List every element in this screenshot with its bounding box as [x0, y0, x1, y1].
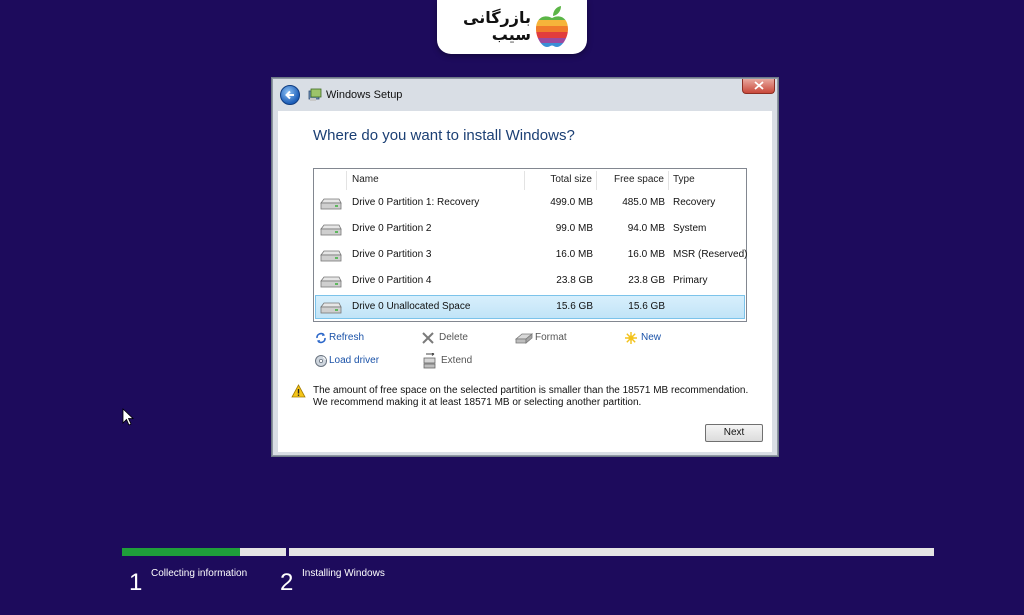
drive-icon: [320, 198, 342, 210]
column-header-total-size[interactable]: Total size: [526, 169, 592, 191]
drive-icon: [320, 276, 342, 288]
partition-name: Drive 0 Partition 3: [352, 249, 432, 260]
column-separator: [668, 171, 669, 190]
partition-total-size: 16.0 MB: [555, 249, 593, 260]
new-label: New: [641, 332, 662, 343]
partition-type: Primary: [673, 275, 708, 286]
column-header-type[interactable]: Type: [673, 169, 695, 191]
partition-free-space: 485.0 MB: [622, 197, 665, 208]
partition-row[interactable]: Drive 0 Partition 3 16.0 MB 16.0 MB MSR …: [315, 243, 748, 267]
apple-logo-icon: [536, 6, 568, 47]
partition-table: Name Total size Free space Type Drive 0 …: [313, 168, 747, 322]
step-number-2: 2: [280, 569, 294, 596]
drive-icon: [320, 302, 342, 314]
load-driver-icon: [315, 355, 327, 367]
next-button[interactable]: Next: [705, 424, 763, 442]
refresh-label: Refresh: [329, 332, 365, 343]
free-space-warning: The amount of free space on the selected…: [313, 385, 763, 409]
partition-name: Drive 0 Partition 2: [352, 223, 432, 234]
column-header-name[interactable]: Name: [352, 169, 379, 191]
partition-total-size: 15.6 GB: [556, 301, 593, 312]
page-title: Where do you want to install Windows?: [313, 127, 575, 144]
back-button[interactable]: [280, 85, 300, 105]
brand-logo-text: بازرگانی سیب: [451, 9, 531, 43]
dialog-content: Where do you want to install Windows? Na…: [278, 111, 772, 452]
load-driver-label: Load driver: [329, 355, 380, 366]
mouse-cursor-icon: [122, 408, 134, 426]
warning-line-2: We recommend making it at least 18571 MB…: [313, 397, 642, 408]
partition-free-space: 23.8 GB: [628, 275, 665, 286]
delete-link[interactable]: Delete: [421, 330, 481, 346]
format-link[interactable]: Format: [515, 330, 585, 346]
step-label-1: Collecting information: [151, 568, 248, 579]
partition-free-space: 15.6 GB: [628, 301, 665, 312]
partition-type: MSR (Reserved): [673, 249, 748, 260]
column-header-free-space[interactable]: Free space: [598, 169, 664, 191]
partition-type: Recovery: [673, 197, 716, 208]
brand-logo-line1: بازرگانی: [463, 8, 531, 27]
refresh-icon: [316, 332, 326, 344]
partition-row[interactable]: Drive 0 Partition 1: Recovery 499.0 MB 4…: [315, 191, 745, 215]
delete-label: Delete: [439, 332, 468, 343]
partition-row-selected[interactable]: Drive 0 Unallocated Space 15.6 GB 15.6 G…: [315, 295, 745, 319]
close-button[interactable]: [742, 79, 775, 94]
partition-type: System: [673, 223, 707, 234]
step-label-2: Installing Windows: [302, 568, 385, 579]
column-separator: [596, 171, 597, 190]
partition-free-space: 94.0 MB: [627, 223, 665, 234]
extend-icon: [423, 353, 436, 369]
warning-line-1: The amount of free space on the selected…: [313, 385, 749, 396]
partition-row[interactable]: Drive 0 Partition 4 23.8 GB 23.8 GB Prim…: [315, 269, 745, 293]
drive-icon: [320, 250, 342, 262]
partition-total-size: 499.0 MB: [550, 197, 593, 208]
partition-free-space: 16.0 MB: [627, 249, 665, 260]
refresh-link[interactable]: Refresh: [314, 330, 374, 346]
new-link[interactable]: New: [624, 330, 684, 346]
extend-label: Extend: [441, 355, 473, 366]
warning-icon: [291, 384, 306, 398]
partition-row[interactable]: Drive 0 Partition 2 99.0 MB 94.0 MB Syst…: [315, 217, 745, 241]
progress-bar-step-1: [122, 548, 286, 556]
drive-icon: [320, 224, 342, 236]
progress-bar-step-2: [289, 548, 934, 556]
format-label: Format: [535, 332, 567, 343]
extend-link[interactable]: Extend: [422, 353, 482, 369]
partition-name: Drive 0 Unallocated Space: [352, 301, 471, 312]
partition-name: Drive 0 Partition 1: Recovery: [352, 197, 480, 208]
windows-setup-dialog: Windows Setup Where do you want to insta…: [272, 78, 778, 456]
format-icon: [515, 333, 533, 344]
partition-total-size: 99.0 MB: [555, 223, 593, 234]
partition-name: Drive 0 Partition 4: [352, 275, 432, 286]
close-icon: [754, 81, 764, 90]
windows-setup-icon: [308, 88, 322, 101]
new-partition-icon: [625, 332, 637, 344]
step-number-1: 1: [129, 569, 143, 596]
load-driver-link[interactable]: Load driver: [314, 353, 394, 369]
progress-fill-step-1: [122, 548, 241, 556]
brand-logo-line2: سیب: [491, 25, 531, 44]
partition-total-size: 23.8 GB: [556, 275, 593, 286]
delete-icon: [422, 332, 434, 344]
column-separator: [346, 171, 347, 190]
back-arrow-icon: [285, 90, 294, 100]
column-separator: [524, 171, 525, 190]
window-title: Windows Setup: [326, 89, 403, 101]
title-bar: Windows Setup: [273, 79, 777, 111]
brand-logo-card: بازرگانی سیب: [437, 0, 587, 54]
